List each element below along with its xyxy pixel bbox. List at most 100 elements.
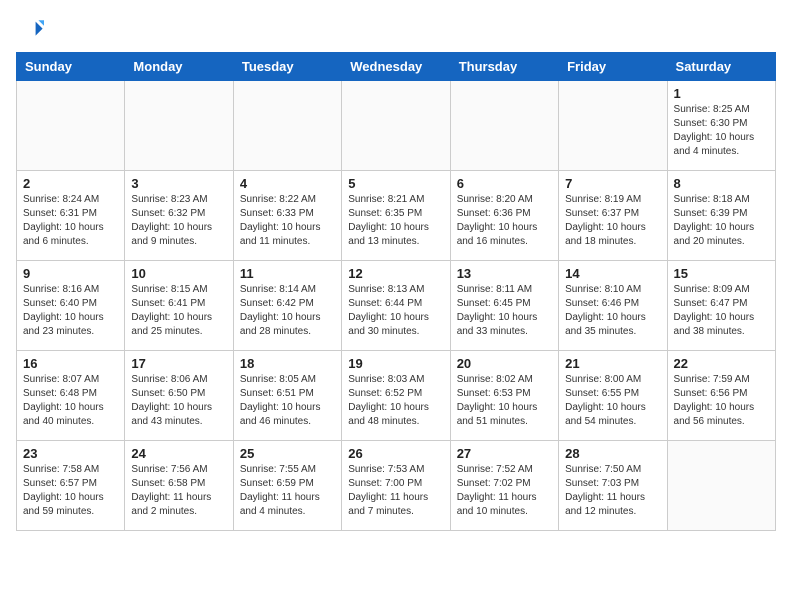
- calendar-week-row: 1 Sunrise: 8:25 AM Sunset: 6:30 PM Daylig…: [17, 81, 776, 171]
- day-number: 18: [240, 356, 335, 371]
- day-info: Sunrise: 8:02 AM Sunset: 6:53 PM Dayligh…: [457, 373, 552, 429]
- day-info: Sunrise: 8:24 AM Sunset: 6:31 PM Dayligh…: [23, 193, 118, 249]
- day-number: 11: [240, 266, 335, 281]
- calendar-cell: [667, 441, 775, 531]
- calendar-cell: 21Sunrise: 8:00 AM Sunset: 6:55 PM Dayli…: [559, 351, 667, 441]
- day-info: Sunrise: 8:05 AM Sunset: 6:51 PM Dayligh…: [240, 373, 335, 429]
- day-info: Sunrise: 7:58 AM Sunset: 6:57 PM Dayligh…: [23, 463, 118, 519]
- day-number: 17: [131, 356, 226, 371]
- calendar-cell: 26Sunrise: 7:53 AM Sunset: 7:00 PM Dayli…: [342, 441, 450, 531]
- calendar-cell: [17, 81, 125, 171]
- day-number: 24: [131, 446, 226, 461]
- calendar-cell: [559, 81, 667, 171]
- day-info: Sunrise: 7:56 AM Sunset: 6:58 PM Dayligh…: [131, 463, 226, 519]
- day-number: 4: [240, 176, 335, 191]
- calendar-cell: 12 Sunrise: 8:13 AM Sunset: 6:44 PM Dayli…: [342, 261, 450, 351]
- calendar-cell: [125, 81, 233, 171]
- day-info: Sunrise: 8:11 AM Sunset: 6:45 PM Dayligh…: [457, 283, 552, 339]
- day-info: Sunrise: 7:55 AM Sunset: 6:59 PM Dayligh…: [240, 463, 335, 519]
- day-info: Sunrise: 8:25 AM Sunset: 6:30 PM Dayligh…: [674, 103, 769, 159]
- day-info: Sunrise: 8:20 AM Sunset: 6:36 PM Dayligh…: [457, 193, 552, 249]
- day-info: Sunrise: 8:14 AM Sunset: 6:42 PM Dayligh…: [240, 283, 335, 339]
- day-number: 2: [23, 176, 118, 191]
- day-info: Sunrise: 8:21 AM Sunset: 6:35 PM Dayligh…: [348, 193, 443, 249]
- calendar-cell: 9 Sunrise: 8:16 AM Sunset: 6:40 PM Daylig…: [17, 261, 125, 351]
- calendar-cell: [450, 81, 558, 171]
- weekday-header: Saturday: [667, 53, 775, 81]
- day-info: Sunrise: 8:15 AM Sunset: 6:41 PM Dayligh…: [131, 283, 226, 339]
- day-number: 10: [131, 266, 226, 281]
- day-number: 22: [674, 356, 769, 371]
- weekday-header: Wednesday: [342, 53, 450, 81]
- day-number: 28: [565, 446, 660, 461]
- day-info: Sunrise: 8:00 AM Sunset: 6:55 PM Dayligh…: [565, 373, 660, 429]
- calendar-header-row: SundayMondayTuesdayWednesdayThursdayFrid…: [17, 53, 776, 81]
- calendar-cell: 16 Sunrise: 8:07 AM Sunset: 6:48 PM Dayli…: [17, 351, 125, 441]
- day-info: Sunrise: 8:07 AM Sunset: 6:48 PM Dayligh…: [23, 373, 118, 429]
- calendar-cell: 5Sunrise: 8:21 AM Sunset: 6:35 PM Daylig…: [342, 171, 450, 261]
- calendar-cell: 23 Sunrise: 7:58 AM Sunset: 6:57 PM Dayli…: [17, 441, 125, 531]
- calendar-cell: [342, 81, 450, 171]
- weekday-header: Monday: [125, 53, 233, 81]
- day-number: 26: [348, 446, 443, 461]
- calendar-cell: 19 Sunrise: 8:03 AM Sunset: 6:52 PM Dayli…: [342, 351, 450, 441]
- calendar-cell: 25 Sunrise: 7:55 AM Sunset: 6:59 PM Dayli…: [233, 441, 341, 531]
- calendar-cell: 11 Sunrise: 8:14 AM Sunset: 6:42 PM Dayli…: [233, 261, 341, 351]
- calendar-cell: 8 Sunrise: 8:18 AM Sunset: 6:39 PM Daylig…: [667, 171, 775, 261]
- day-info: Sunrise: 8:16 AM Sunset: 6:40 PM Dayligh…: [23, 283, 118, 339]
- day-info: Sunrise: 8:10 AM Sunset: 6:46 PM Dayligh…: [565, 283, 660, 339]
- day-info: Sunrise: 8:18 AM Sunset: 6:39 PM Dayligh…: [674, 193, 769, 249]
- day-number: 6: [457, 176, 552, 191]
- calendar-cell: 10 Sunrise: 8:15 AM Sunset: 6:41 PM Dayli…: [125, 261, 233, 351]
- day-info: Sunrise: 7:50 AM Sunset: 7:03 PM Dayligh…: [565, 463, 660, 519]
- day-number: 8: [674, 176, 769, 191]
- day-info: Sunrise: 8:03 AM Sunset: 6:52 PM Dayligh…: [348, 373, 443, 429]
- day-info: Sunrise: 8:22 AM Sunset: 6:33 PM Dayligh…: [240, 193, 335, 249]
- day-info: Sunrise: 8:13 AM Sunset: 6:44 PM Dayligh…: [348, 283, 443, 339]
- day-info: Sunrise: 7:52 AM Sunset: 7:02 PM Dayligh…: [457, 463, 552, 519]
- day-number: 7: [565, 176, 660, 191]
- calendar-week-row: 16 Sunrise: 8:07 AM Sunset: 6:48 PM Dayli…: [17, 351, 776, 441]
- calendar-cell: 20 Sunrise: 8:02 AM Sunset: 6:53 PM Dayli…: [450, 351, 558, 441]
- weekday-header: Thursday: [450, 53, 558, 81]
- day-number: 16: [23, 356, 118, 371]
- calendar-cell: 4 Sunrise: 8:22 AM Sunset: 6:33 PM Daylig…: [233, 171, 341, 261]
- day-number: 19: [348, 356, 443, 371]
- day-number: 12: [348, 266, 443, 281]
- calendar-cell: 6 Sunrise: 8:20 AM Sunset: 6:36 PM Daylig…: [450, 171, 558, 261]
- day-info: Sunrise: 7:59 AM Sunset: 6:56 PM Dayligh…: [674, 373, 769, 429]
- day-number: 20: [457, 356, 552, 371]
- calendar-table: SundayMondayTuesdayWednesdayThursdayFrid…: [16, 52, 776, 531]
- calendar-cell: 17Sunrise: 8:06 AM Sunset: 6:50 PM Dayli…: [125, 351, 233, 441]
- calendar-cell: 28 Sunrise: 7:50 AM Sunset: 7:03 PM Dayli…: [559, 441, 667, 531]
- day-number: 15: [674, 266, 769, 281]
- calendar-cell: 3Sunrise: 8:23 AM Sunset: 6:32 PM Daylig…: [125, 171, 233, 261]
- day-number: 1: [674, 86, 769, 101]
- logo: [16, 16, 48, 44]
- weekday-header: Friday: [559, 53, 667, 81]
- calendar-cell: [233, 81, 341, 171]
- calendar-cell: 18 Sunrise: 8:05 AM Sunset: 6:51 PM Dayli…: [233, 351, 341, 441]
- day-info: Sunrise: 8:19 AM Sunset: 6:37 PM Dayligh…: [565, 193, 660, 249]
- calendar-cell: 1 Sunrise: 8:25 AM Sunset: 6:30 PM Daylig…: [667, 81, 775, 171]
- calendar-cell: 27 Sunrise: 7:52 AM Sunset: 7:02 PM Dayli…: [450, 441, 558, 531]
- calendar-week-row: 23 Sunrise: 7:58 AM Sunset: 6:57 PM Dayli…: [17, 441, 776, 531]
- calendar-cell: 15 Sunrise: 8:09 AM Sunset: 6:47 PM Dayli…: [667, 261, 775, 351]
- day-number: 14: [565, 266, 660, 281]
- day-number: 25: [240, 446, 335, 461]
- calendar-cell: 2 Sunrise: 8:24 AM Sunset: 6:31 PM Daylig…: [17, 171, 125, 261]
- day-info: Sunrise: 8:09 AM Sunset: 6:47 PM Dayligh…: [674, 283, 769, 339]
- day-number: 27: [457, 446, 552, 461]
- day-number: 9: [23, 266, 118, 281]
- calendar-cell: 24 Sunrise: 7:56 AM Sunset: 6:58 PM Dayli…: [125, 441, 233, 531]
- logo-icon: [16, 16, 44, 44]
- calendar-cell: 13Sunrise: 8:11 AM Sunset: 6:45 PM Dayli…: [450, 261, 558, 351]
- day-number: 23: [23, 446, 118, 461]
- calendar-week-row: 9 Sunrise: 8:16 AM Sunset: 6:40 PM Daylig…: [17, 261, 776, 351]
- calendar-cell: 14 Sunrise: 8:10 AM Sunset: 6:46 PM Dayli…: [559, 261, 667, 351]
- calendar-cell: 7 Sunrise: 8:19 AM Sunset: 6:37 PM Daylig…: [559, 171, 667, 261]
- day-number: 3: [131, 176, 226, 191]
- weekday-header: Tuesday: [233, 53, 341, 81]
- calendar-week-row: 2 Sunrise: 8:24 AM Sunset: 6:31 PM Daylig…: [17, 171, 776, 261]
- weekday-header: Sunday: [17, 53, 125, 81]
